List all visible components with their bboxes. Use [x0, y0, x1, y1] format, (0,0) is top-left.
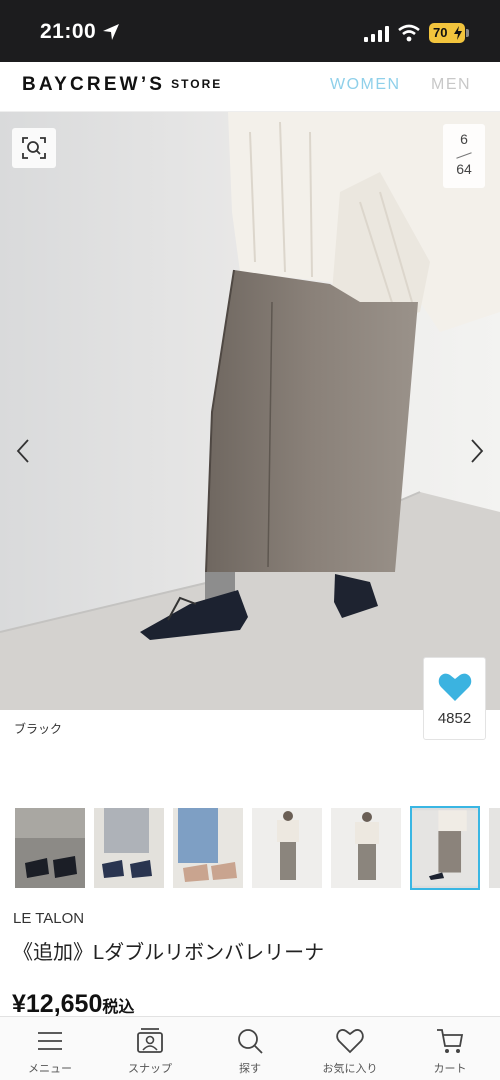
nav-favorites-label: お気に入り: [322, 1063, 378, 1075]
heart-icon: [438, 673, 472, 701]
brand-name[interactable]: LE TALON: [13, 910, 84, 927]
thumbnail-4[interactable]: [252, 808, 322, 888]
store-logo[interactable]: BAYCREW’S STORE: [22, 74, 222, 96]
zoom-icon: [22, 137, 46, 159]
thumbnail-image: [94, 808, 164, 888]
price-value: ¥12,650: [12, 990, 103, 1018]
next-image-button[interactable]: [462, 434, 492, 468]
cellular-signal-icon: [364, 26, 389, 42]
thumbnail-6-selected[interactable]: [410, 806, 480, 890]
nav-favorites[interactable]: お気に入り: [300, 1023, 400, 1080]
thumbnail-5[interactable]: [331, 808, 401, 888]
thumbnail-image: [412, 810, 478, 886]
cart-icon: [437, 1029, 464, 1053]
wifi-icon: [398, 24, 420, 42]
product-photo: [0, 112, 500, 710]
favorite-button[interactable]: 4852: [423, 657, 486, 740]
nav-search-label: 探す: [239, 1063, 261, 1075]
favorite-count: 4852: [437, 710, 472, 727]
nav-women[interactable]: WOMEN: [330, 76, 401, 94]
snap-icon: [137, 1028, 163, 1053]
location-arrow-icon: [103, 24, 119, 40]
nav-men[interactable]: MEN: [431, 76, 471, 94]
nav-cart-label: カート: [433, 1063, 467, 1075]
nav-menu[interactable]: メニュー: [0, 1023, 100, 1080]
status-bar: 21:00 70: [0, 0, 500, 62]
nav-snap-label: スナップ: [128, 1063, 172, 1075]
battery-level: 70: [433, 25, 448, 40]
menu-icon: [38, 1032, 62, 1050]
thumbnail-image: [15, 808, 85, 888]
charging-bolt-icon: [454, 26, 462, 40]
bottom-navigation: メニュー スナップ 探す お気に入り カート: [0, 1016, 500, 1080]
chevron-right-icon: [471, 439, 484, 463]
nav-search[interactable]: 探す: [200, 1023, 300, 1080]
chevron-left-icon: [16, 439, 29, 463]
logo-text: BAYCREW’S: [22, 74, 166, 95]
logo-store-text: STORE: [171, 77, 223, 91]
thumbnail-2[interactable]: [94, 808, 164, 888]
status-time: 21:00: [40, 20, 97, 43]
image-counter: 6 64: [443, 124, 485, 188]
thumbnail-strip: [0, 806, 500, 892]
site-header: BAYCREW’S STORE WOMEN MEN: [0, 62, 500, 112]
zoom-button[interactable]: [12, 128, 56, 168]
product-main-image[interactable]: 6 64: [0, 112, 500, 710]
image-counter-current: 6: [460, 131, 468, 147]
nav-cart[interactable]: カート: [400, 1023, 500, 1080]
image-counter-total: 64: [456, 161, 472, 177]
nav-snap[interactable]: スナップ: [100, 1023, 200, 1080]
search-icon: [238, 1029, 263, 1054]
product-price: ¥12,650税込: [12, 990, 134, 1019]
nav-menu-label: メニュー: [28, 1063, 72, 1075]
tax-label: 税込: [102, 999, 135, 1016]
previous-image-button[interactable]: [8, 434, 38, 468]
thumbnail-image: [489, 808, 500, 888]
color-name: ブラック: [14, 722, 63, 736]
thumbnail-image: [252, 808, 322, 888]
battery-indicator: 70: [429, 23, 465, 43]
thumbnail-7[interactable]: [489, 808, 500, 888]
counter-divider: [456, 152, 472, 159]
thumbnail-image: [331, 808, 401, 888]
product-name: 《追加》Lダブルリボンバレリーナ: [13, 942, 325, 964]
heart-outline-icon: [336, 1029, 364, 1054]
thumbnail-3[interactable]: [173, 808, 243, 888]
battery-tip: [466, 29, 469, 37]
thumbnail-image: [173, 808, 243, 888]
thumbnail-1[interactable]: [15, 808, 85, 888]
